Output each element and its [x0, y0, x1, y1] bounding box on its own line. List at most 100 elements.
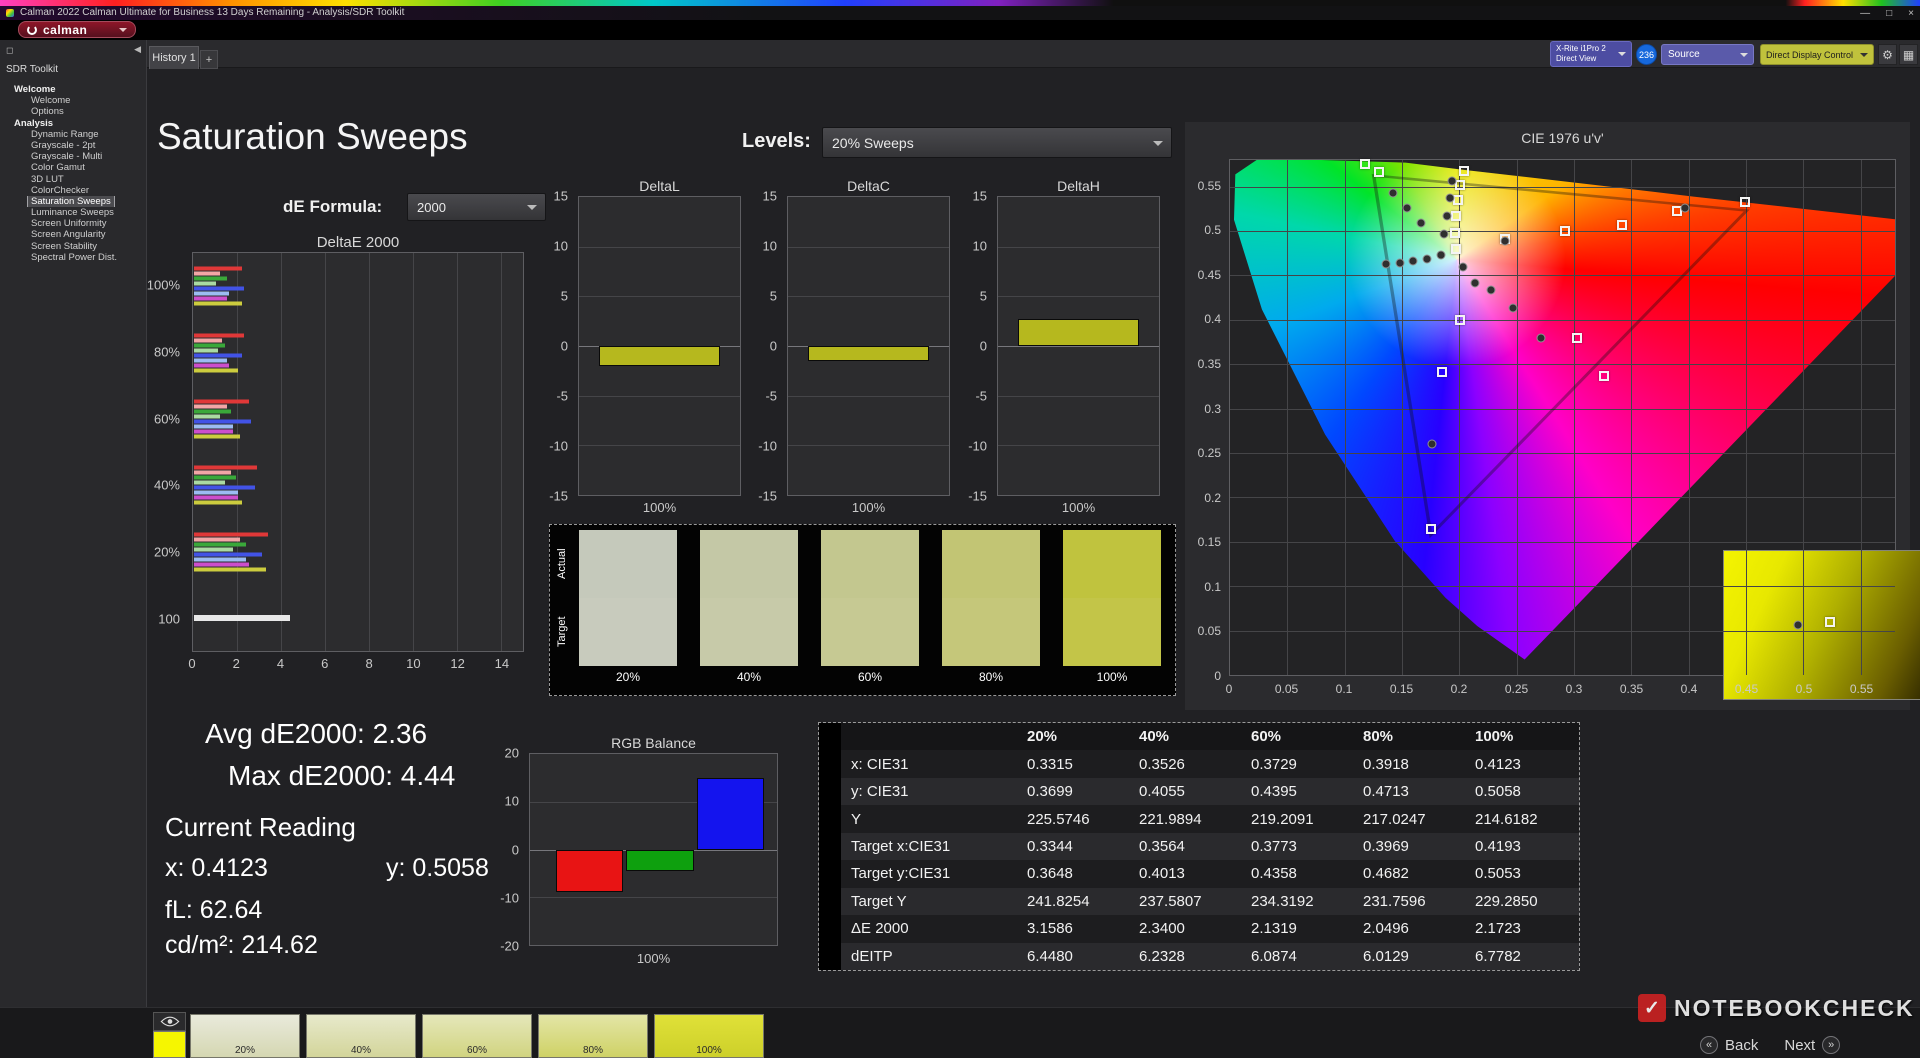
y-tick-label: 0.35	[1181, 357, 1221, 371]
de-formula-dropdown[interactable]: 2000	[407, 193, 546, 221]
sidebar-item-grayscale-2pt[interactable]: Grayscale - 2pt	[4, 140, 144, 151]
table-corner	[819, 805, 841, 832]
table-header-blank	[841, 723, 1019, 750]
cell-value: 6.4480	[1019, 943, 1131, 970]
target-point	[1450, 228, 1460, 238]
x-tick-label: 2	[233, 656, 240, 671]
sidebar-item-saturation-sweeps[interactable]: Saturation Sweeps	[4, 196, 144, 207]
meter-count-badge[interactable]: 236	[1636, 44, 1657, 65]
cell-value: 214.6182	[1467, 805, 1579, 832]
layout-grid-button[interactable]: ▦	[1899, 44, 1918, 65]
target-point	[1617, 220, 1627, 230]
sidebar-item-3d-lut[interactable]: 3D LUT	[4, 174, 144, 185]
swatch-tile-60[interactable]: 60%	[422, 1014, 532, 1058]
sidebar-group-analysis[interactable]: Analysis	[4, 118, 144, 129]
rgb-bar	[697, 778, 764, 850]
y-tick-label: 0.45	[1181, 268, 1221, 282]
sidebar-item-colorchecker[interactable]: ColorChecker	[4, 185, 144, 196]
cell-value: 0.4682	[1355, 860, 1467, 887]
collapse-sidebar-icon[interactable]: ◀	[134, 44, 141, 55]
table-header-row: 20%40%60%80%100%	[819, 723, 1579, 750]
add-tab-button[interactable]: +	[200, 50, 218, 69]
calman-menu-button[interactable]: calman	[18, 21, 136, 38]
y-tick-label: 0	[739, 339, 777, 354]
swatch-tile-100[interactable]: 100%	[654, 1014, 764, 1058]
y-tick-label: 10	[481, 794, 519, 809]
reading-cdm2: cd/m²: 214.62	[165, 931, 318, 960]
y-tick-label: -5	[949, 389, 987, 404]
gridline	[788, 445, 949, 446]
de-bar	[194, 501, 242, 505]
de-bar	[194, 429, 233, 433]
sidebar-item-dynamic-range[interactable]: Dynamic Range	[4, 129, 144, 140]
deltaH-bar	[1018, 319, 1139, 346]
x-tick-label: 0	[188, 656, 195, 671]
sidebar-group-welcome[interactable]: Welcome	[4, 84, 144, 95]
target-point	[1453, 195, 1463, 205]
swatch-label: 100%	[1063, 666, 1161, 686]
table-row-y: Y225.5746221.9894219.2091217.0247214.618…	[819, 805, 1579, 832]
settings-gear-button[interactable]: ⚙	[1878, 44, 1897, 65]
source-dropdown[interactable]: Source	[1661, 44, 1754, 65]
sidebar-item-luminance-sweeps[interactable]: Luminance Sweeps	[4, 207, 144, 218]
cie-title: CIE 1976 u'v'	[1229, 130, 1896, 146]
levels-dropdown[interactable]: 20% Sweeps	[822, 127, 1172, 158]
cell-value: 229.2850	[1467, 888, 1579, 915]
swatch-tile-20[interactable]: 20%	[190, 1014, 300, 1058]
sidebar-item-screen-uniformity[interactable]: Screen Uniformity	[4, 218, 144, 229]
cell-value: 0.3969	[1355, 833, 1467, 860]
meter-dropdown[interactable]: X-Rite i1Pro 2Direct View	[1550, 41, 1632, 67]
row-label: Target Y	[841, 888, 1019, 915]
pin-icon[interactable]: ◻	[6, 45, 13, 56]
display-control-dropdown[interactable]: Direct Display Control	[1760, 44, 1874, 65]
deltal-plot	[578, 196, 741, 496]
close-icon[interactable]: ×	[1908, 8, 1914, 19]
deltal-title: DeltaL	[578, 178, 741, 194]
y-tick-label: 10	[530, 239, 568, 254]
cell-value: 0.3699	[1019, 778, 1131, 805]
back-button[interactable]: « Back	[1700, 1036, 1758, 1054]
minimize-icon[interactable]: —	[1860, 8, 1870, 19]
tile-label: 40%	[307, 1045, 415, 1056]
bottom-tiles: 20% 40% 60%80% 100%	[190, 1014, 764, 1058]
de-bar	[194, 358, 227, 362]
de-bar	[194, 297, 227, 301]
actual-row-label: Actual	[555, 530, 569, 598]
de-bar	[194, 343, 225, 347]
maximize-icon[interactable]: □	[1886, 8, 1892, 19]
tab-history-1[interactable]: History 1	[149, 46, 199, 69]
de-bar	[194, 338, 222, 342]
cell-value: 0.3315	[1019, 750, 1131, 777]
app-icon	[6, 9, 14, 17]
deltac-title: DeltaC	[787, 178, 950, 194]
y-tick-label: 0	[1181, 669, 1221, 683]
de-bar	[194, 404, 227, 408]
y-tick-label: 0	[530, 339, 568, 354]
active-patch-swatch[interactable]	[153, 1031, 186, 1058]
table-corner	[819, 778, 841, 805]
preview-eye-button[interactable]	[153, 1012, 186, 1031]
gridline	[530, 897, 777, 898]
swatch-tile-40[interactable]: 40%	[306, 1014, 416, 1058]
sidebar-item-grayscale-multi[interactable]: Grayscale - Multi	[4, 151, 144, 162]
measured-point	[1417, 219, 1426, 228]
swatch-label: 40%	[700, 666, 798, 686]
deltac-plot	[787, 196, 950, 496]
de-bar	[194, 282, 216, 286]
results-table: 20%40%60%80%100%x: CIE310.33150.35260.37…	[818, 722, 1580, 971]
swatch-tile-80[interactable]: 80%	[538, 1014, 648, 1058]
gridline	[579, 296, 740, 297]
rgb-plot	[529, 753, 778, 946]
table-row-target-x-cie31: Target x:CIE310.33440.35640.37730.39690.…	[819, 833, 1579, 860]
sidebar-item-options[interactable]: Options	[4, 106, 144, 117]
de-bar	[194, 542, 246, 546]
cell-value: 0.4713	[1355, 778, 1467, 805]
cell-value: 0.4055	[1131, 778, 1243, 805]
sidebar-item-color-gamut[interactable]: Color Gamut	[4, 162, 144, 173]
rgb-yaxis: 20100-10-20	[487, 753, 525, 946]
next-button[interactable]: Next »	[1784, 1036, 1840, 1054]
row-label: ΔE 2000	[841, 915, 1019, 942]
sidebar-item-welcome[interactable]: Welcome	[4, 95, 144, 106]
measured-point	[1446, 194, 1455, 203]
tile-label: 100%	[655, 1045, 763, 1056]
